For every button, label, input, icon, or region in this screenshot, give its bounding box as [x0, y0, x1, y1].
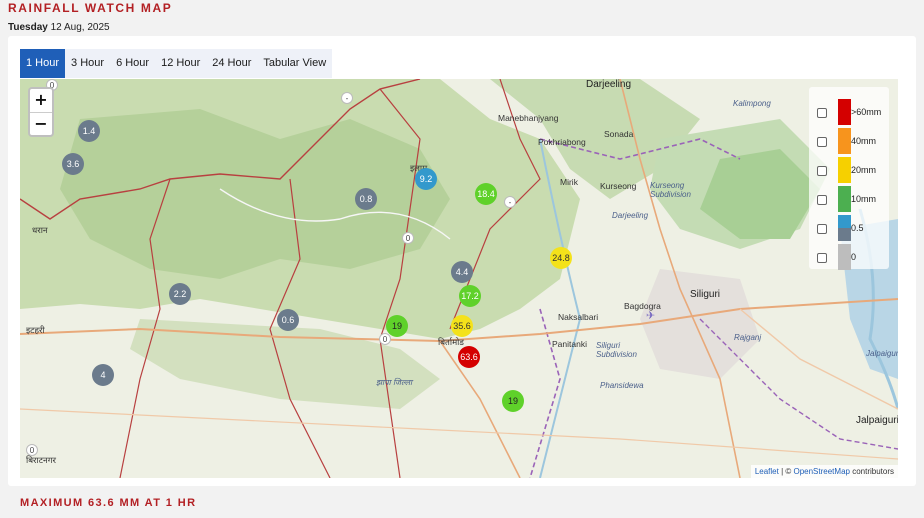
legend-row-gt60: >60mm — [817, 99, 887, 125]
station-marker-small[interactable]: 0 — [26, 444, 38, 456]
place-kalimpong: Kalimpong — [733, 99, 771, 108]
tab-6-hour[interactable]: 6 Hour — [110, 49, 155, 78]
tab-1-hour[interactable]: 1 Hour — [20, 49, 66, 78]
place-panitanki: Panitanki — [552, 339, 587, 349]
date-value: 12 Aug, 2025 — [50, 22, 110, 33]
place-kurseong-subdivision: Kurseong Subdivision — [650, 181, 691, 199]
leaflet-link[interactable]: Leaflet — [755, 467, 779, 476]
place-kurseong: Kurseong — [600, 181, 637, 191]
zoom-out-button[interactable]: − — [30, 112, 52, 135]
legend-label: >60mm — [851, 107, 882, 117]
station-marker[interactable]: 18.4 — [475, 183, 497, 205]
legend-label: 40mm — [851, 136, 877, 146]
station-marker[interactable]: 24.8 — [550, 247, 572, 269]
station-marker[interactable]: 9.2 — [415, 168, 437, 190]
legend-checkbox-0[interactable] — [817, 253, 827, 263]
station-marker-small[interactable]: - — [341, 92, 353, 104]
station-marker[interactable]: 3.6 — [62, 153, 84, 175]
legend-row-10: 10mm — [817, 186, 887, 212]
place-jalpaiguri: Jalpaiguri — [856, 415, 898, 426]
legend-row-40: 40mm — [817, 128, 887, 154]
legend-checkbox-gt60[interactable] — [817, 108, 827, 118]
legend-swatch-blue-grey — [838, 215, 851, 241]
station-marker[interactable]: 4 — [92, 364, 114, 386]
rainfall-map[interactable]: Darjeeling Manebhanjyang Pokhriabong Son… — [20, 79, 898, 478]
place-mirik: Mirik — [560, 177, 578, 187]
station-marker[interactable]: 0.6 — [277, 309, 299, 331]
page-header: RAINFALL WATCH MAP Tuesday 12 Aug, 2025 — [0, 0, 924, 40]
tab-12-hour[interactable]: 12 Hour — [155, 49, 206, 78]
tab-24-hour[interactable]: 24 Hour — [206, 49, 257, 78]
station-marker[interactable]: 35.6 — [451, 315, 473, 337]
place-bagdogra: Bagdogra — [624, 301, 661, 311]
legend-checkbox-20[interactable] — [817, 166, 827, 176]
date-weekday: Tuesday — [8, 22, 48, 33]
attribution-separator: | © — [778, 467, 794, 476]
station-marker[interactable]: 63.6 — [458, 346, 480, 368]
legend-swatch-red — [838, 99, 851, 125]
legend-swatch-orange — [838, 128, 851, 154]
legend-swatch-yellow — [838, 157, 851, 183]
place-siliguri: Siliguri — [690, 289, 721, 300]
station-marker[interactable]: 4.4 — [451, 261, 473, 283]
place-jalpaiguri-district: Jalpaiguri — [866, 349, 898, 358]
zoom-control: + − — [28, 87, 54, 137]
station-marker[interactable]: 19 — [386, 315, 408, 337]
place-dharan: धरान — [32, 225, 48, 235]
map-legend: >60mm 40mm 20mm 10mm 0.5 0 — [809, 87, 889, 270]
legend-swatch-green — [838, 186, 851, 212]
station-marker-small[interactable]: 0 — [379, 333, 391, 345]
place-itahari: इटहरी — [26, 325, 45, 335]
legend-checkbox-10[interactable] — [817, 195, 827, 205]
place-pokhriabong: Pokhriabong — [538, 137, 586, 147]
station-marker-small[interactable]: 0 — [402, 232, 414, 244]
airport-icon: ✈ — [646, 309, 656, 322]
place-birtamod: बिर्तामोड — [438, 337, 464, 347]
place-darjeeling: Darjeeling — [586, 79, 632, 90]
openstreetmap-link[interactable]: OpenStreetMap — [793, 467, 849, 476]
legend-checkbox-40[interactable] — [817, 137, 827, 147]
legend-swatch-grey — [838, 244, 851, 270]
station-marker[interactable]: 0.8 — [355, 188, 377, 210]
place-darjeeling-district: Darjeeling — [612, 211, 649, 220]
legend-label: 0 — [851, 252, 857, 262]
legend-row-0: 0 — [817, 244, 887, 270]
place-manebhanjyang: Manebhanjyang — [498, 113, 559, 123]
place-rajganj: Rajganj — [734, 333, 762, 342]
station-marker-small[interactable]: - — [504, 196, 516, 208]
maximum-rainfall-text: MAXIMUM 63.6 MM AT 1 HR — [20, 497, 197, 509]
page-title: RAINFALL WATCH MAP — [8, 1, 173, 15]
tab-tabular-view[interactable]: Tabular View — [257, 49, 332, 78]
legend-label: 10mm — [851, 194, 877, 204]
place-siliguri-subdivision: Siliguri Subdivision — [596, 341, 637, 359]
legend-label: 0.5 — [851, 223, 864, 233]
attribution-tail: contributors — [849, 467, 894, 476]
legend-checkbox-05[interactable] — [817, 224, 827, 234]
page-date: Tuesday 12 Aug, 2025 — [8, 22, 110, 33]
place-sonada: Sonada — [604, 129, 634, 139]
place-phansidewa: Phansidewa — [600, 381, 644, 390]
zoom-in-button[interactable]: + — [30, 89, 52, 112]
station-marker[interactable]: 19 — [502, 390, 524, 412]
map-attribution: Leaflet | © OpenStreetMap contributors — [750, 465, 898, 478]
tab-3-hour[interactable]: 3 Hour — [65, 49, 110, 78]
legend-label: 20mm — [851, 165, 877, 175]
station-marker[interactable]: 17.2 — [459, 285, 481, 307]
legend-row-05: 0.5 — [817, 215, 887, 241]
period-tabs: 1 Hour 3 Hour 6 Hour 12 Hour 24 Hour Tab… — [20, 49, 333, 78]
legend-row-20: 20mm — [817, 157, 887, 183]
station-marker[interactable]: 1.4 — [78, 120, 100, 142]
place-biratnagar: बिराटनगर — [26, 455, 56, 465]
station-marker[interactable]: 2.2 — [169, 283, 191, 305]
place-jhapa: झापा जिल्ला — [376, 378, 413, 387]
place-naksalbari: Naksalbari — [558, 312, 599, 322]
